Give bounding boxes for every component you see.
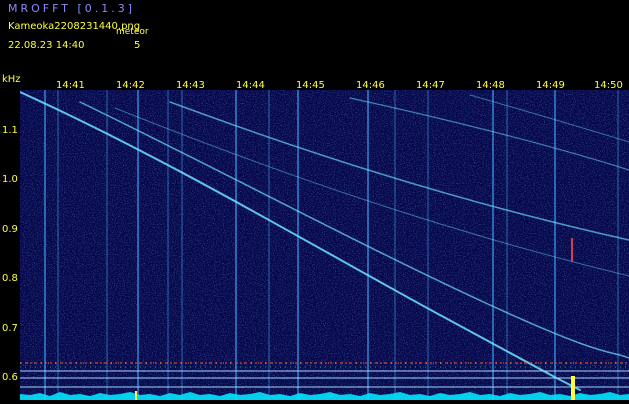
- meteor-marker-bar: [135, 391, 137, 400]
- freq-tick-1-1: 1.1: [2, 125, 18, 136]
- freq-tick-0-7: 0.7: [2, 323, 18, 334]
- spectrogram-svg: [19, 90, 629, 400]
- freq-tick-0-9: 0.9: [2, 224, 18, 235]
- meteor-marker-bar: [571, 376, 575, 400]
- app-title: MROFFT [0.1.3]: [8, 2, 136, 15]
- freq-tick-0-6: 0.6: [2, 372, 18, 383]
- freq-tick-1-0: 1.0: [2, 174, 18, 185]
- freq-tick-0-8: 0.8: [2, 273, 18, 284]
- timestamp: 22.08.23 14:40: [8, 40, 85, 51]
- meteor-label: meteor: [116, 27, 149, 37]
- meteor-count: 5: [134, 40, 141, 51]
- frequency-unit-label: kHz: [2, 74, 21, 85]
- spectrogram-plot: [19, 90, 629, 400]
